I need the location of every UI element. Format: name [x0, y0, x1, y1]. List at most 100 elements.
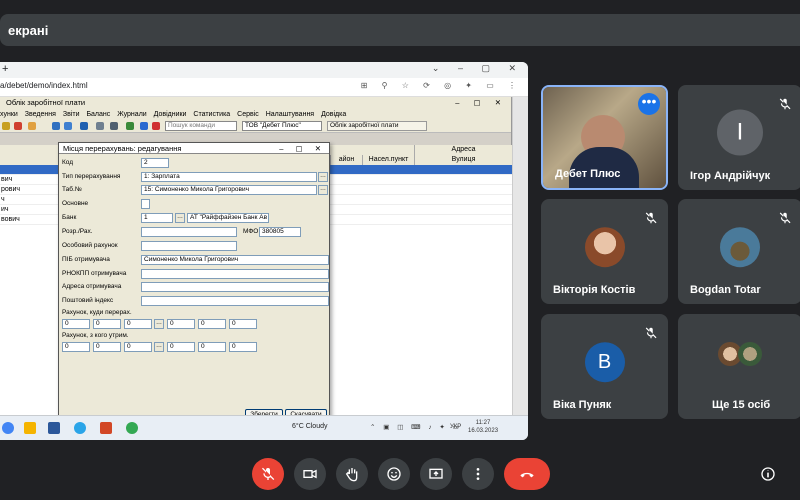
account-to-part[interactable]: 0 [93, 319, 121, 329]
account-from-part[interactable]: 0 [93, 342, 121, 352]
account-from-part[interactable]: 0 [62, 342, 90, 352]
app-window-controls[interactable]: – ▢ ✕ [455, 97, 507, 109]
chrome-app-icon[interactable] [126, 422, 138, 434]
mic-off-icon [779, 98, 791, 110]
more-options-icon[interactable]: ••• [638, 93, 660, 115]
account-field[interactable] [141, 227, 237, 237]
account-from-part[interactable]: 0 [124, 342, 152, 352]
zip-field[interactable] [141, 296, 329, 306]
account-from-part[interactable]: 0 [229, 342, 257, 352]
mic-toggle-button[interactable] [252, 458, 284, 490]
menu-item[interactable]: Довідники [154, 111, 187, 118]
powerpoint-icon[interactable] [100, 422, 112, 434]
col-street[interactable]: Вулиця [414, 155, 512, 165]
recipient-field[interactable]: Симоненко Микола Григорович [141, 255, 329, 265]
grid-icon[interactable] [52, 122, 60, 130]
code-field[interactable]: 2 [141, 158, 169, 168]
browser-toolbar-icons[interactable]: ⊞ ⚲ ☆ ⟳ ◎ ✦ ▭ ⋮ [361, 81, 522, 90]
raise-hand-button[interactable] [336, 458, 368, 490]
bank-code-field[interactable]: 1 [141, 213, 173, 223]
participant-name: Вікторія Костів [553, 284, 636, 296]
dialog-window-controls[interactable]: – ▢ ✕ [279, 143, 326, 154]
participant-tile-igor[interactable]: І Ігор Андрійчук [678, 85, 800, 190]
menu-item[interactable]: хунки [0, 111, 18, 118]
camera-toggle-button[interactable] [294, 458, 326, 490]
exit-icon[interactable] [152, 122, 160, 130]
menu-item[interactable]: Журнали [117, 111, 146, 118]
menu-item[interactable]: Зведення [25, 111, 56, 118]
menu-item[interactable]: Довідка [321, 111, 346, 118]
tool-icon[interactable] [14, 122, 22, 130]
account-from-part[interactable]: 0 [167, 342, 195, 352]
account-from-part[interactable]: 0 [198, 342, 226, 352]
participant-tile-debet[interactable]: ••• Дебет Плюс [541, 85, 668, 190]
type-field[interactable]: 1: Зарплата [141, 172, 317, 182]
recipient-address-label: Адреса отримувача [62, 283, 122, 290]
menu-item[interactable]: Баланс [86, 111, 110, 118]
account-to-part[interactable]: 0 [229, 319, 257, 329]
window-controls[interactable]: ⌄ – ▢ ✕ [432, 63, 524, 74]
account-to-part[interactable]: 0 [198, 319, 226, 329]
col-settlement[interactable]: Насел.пункт [362, 155, 414, 165]
module-tab[interactable]: Облік заробітної плати [327, 121, 427, 131]
meeting-info-button[interactable] [752, 458, 784, 490]
avatar: І [717, 108, 763, 155]
type-picker-button[interactable]: … [318, 172, 328, 182]
address-bar[interactable]: a/debet/demo/index.html [0, 81, 88, 90]
account-to-part[interactable]: 0 [62, 319, 90, 329]
tab-picker-button[interactable]: … [318, 185, 328, 195]
participant-tile-bogdan[interactable]: Bogdan Totar [678, 199, 800, 304]
word-icon[interactable] [48, 422, 60, 434]
right-side-panel[interactable] [512, 97, 528, 415]
bank-name-field[interactable]: АТ "Райффайзен Банк Ав [187, 213, 269, 223]
more-options-button[interactable] [462, 458, 494, 490]
language-indicator[interactable]: УКР [450, 424, 461, 430]
account-to-part[interactable]: 0 [167, 319, 195, 329]
bank-picker-button[interactable]: … [175, 213, 185, 223]
menu-item[interactable]: Сервіс [237, 111, 259, 118]
system-tray[interactable]: ⌃ ▣ ◫ ⌨ ♪ ✦ ▭ [370, 423, 462, 431]
hand-icon [345, 468, 358, 482]
end-call-button[interactable] [504, 458, 550, 490]
participant-tile-more[interactable]: Ще 15 осіб [678, 314, 800, 419]
emoji-reaction-button[interactable] [378, 458, 410, 490]
calc-icon[interactable] [126, 122, 134, 130]
browser-title-bar: + ⌄ – ▢ ✕ [0, 62, 528, 78]
rnokpp-field[interactable] [141, 269, 329, 279]
avatar-photo [720, 226, 760, 267]
participant-tile-vika[interactable]: В Віка Пуняк [541, 314, 668, 419]
menu-item[interactable]: Статистика [193, 111, 230, 118]
chrome-icon[interactable] [2, 422, 14, 434]
col-address[interactable]: Адреса [414, 145, 512, 155]
folder-icon[interactable] [2, 122, 10, 130]
menu-item[interactable]: Налаштування [266, 111, 314, 118]
participant-tile-viktoria[interactable]: Вікторія Костів [541, 199, 668, 304]
recipient-address-field[interactable] [141, 282, 329, 292]
organization-select[interactable]: ТОВ "Дебет Плюс" [242, 121, 322, 131]
tab-field[interactable]: 15: Симоненко Микола Григорович [141, 185, 317, 195]
menu-item[interactable]: Звіти [63, 111, 80, 118]
print-icon[interactable] [96, 122, 104, 130]
account-to-picker[interactable]: … [154, 319, 164, 329]
table-icon[interactable] [110, 122, 118, 130]
command-search-input[interactable]: Пошук команди [165, 121, 237, 131]
explorer-icon[interactable] [24, 422, 36, 434]
weather-widget[interactable]: 6°C Cloudy [292, 423, 327, 430]
present-screen-button[interactable] [420, 458, 452, 490]
settings-icon[interactable] [80, 122, 88, 130]
clock[interactable]: 11:27 16.03.2023 [468, 419, 498, 435]
special-account-field[interactable] [141, 241, 237, 251]
sun-icon[interactable] [28, 122, 36, 130]
new-tab-button[interactable]: + [2, 63, 8, 75]
type-label: Тип перерахування [62, 173, 121, 180]
account-to-part[interactable]: 0 [124, 319, 152, 329]
telegram-icon[interactable] [74, 422, 86, 434]
main-checkbox[interactable] [141, 199, 150, 209]
account-from-picker[interactable]: … [154, 342, 164, 352]
star-icon[interactable] [64, 122, 72, 130]
col-raion[interactable]: айон [330, 155, 362, 165]
mfo-field[interactable]: 380805 [259, 227, 301, 237]
tab-label: Таб.№ [62, 186, 82, 193]
globe-icon[interactable] [140, 122, 148, 130]
avatar-photo [584, 226, 625, 267]
